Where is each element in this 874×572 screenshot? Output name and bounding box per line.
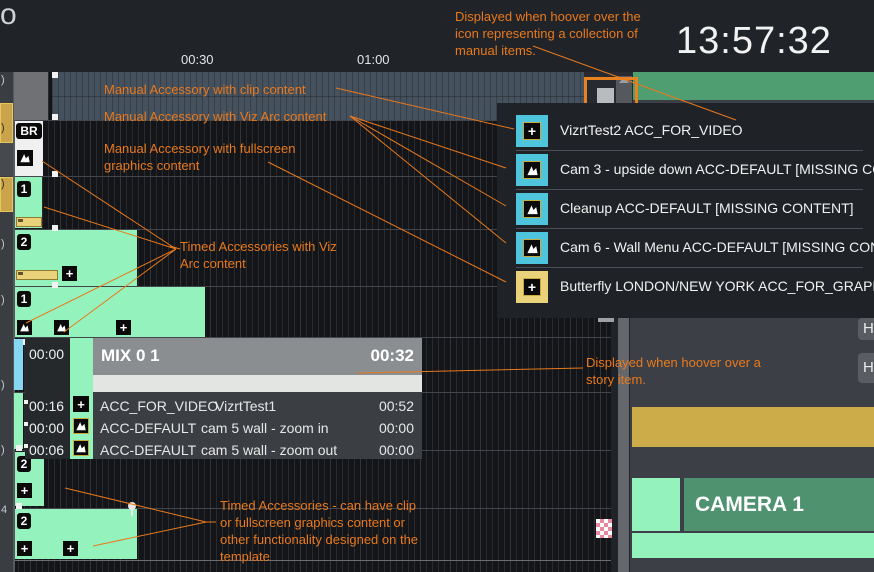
viz-arc-icon[interactable] — [17, 150, 33, 166]
pre-time: 00:00 — [29, 346, 64, 362]
wall-item-bar[interactable] — [632, 407, 874, 447]
story-number-clipped: ) — [1, 444, 5, 456]
clip-edge-indicator — [14, 393, 23, 449]
annotation-timed-accessories: Timed Accessories with Viz Arc content — [180, 238, 350, 272]
story-number-clipped: ) — [1, 74, 5, 86]
annotation-collection: Displayed when hoover over the icon repr… — [455, 8, 655, 59]
manual-item[interactable]: Cam 3 - upside down ACC-DEFAULT [MISSING… — [497, 150, 874, 189]
camera-item-block[interactable]: CAMERA 1 — [684, 478, 874, 531]
clip-plus-icon[interactable]: + — [17, 483, 32, 498]
row-start-marker — [52, 114, 58, 120]
manual-item[interactable]: Cam 6 - Wall Menu ACC-DEFAULT [MISSING C… — [497, 228, 874, 267]
accessory-name: VizrtTest1 — [215, 395, 276, 417]
accessory-time: 00:16 — [29, 398, 64, 414]
viz-arc-icon[interactable] — [54, 320, 69, 335]
row-start-marker — [16, 445, 22, 451]
accessory-type: ACC-DEFAULT — [100, 417, 196, 439]
row-header-block — [14, 72, 48, 120]
graphics-plus-icon: + — [516, 271, 548, 303]
row-start-marker — [16, 503, 22, 509]
accessory-name: cam 5 wall - zoom out — [201, 439, 337, 461]
transparency-checker-icon — [596, 519, 612, 538]
clip-badge: 1 — [17, 291, 31, 307]
story-tooltip-header: MIX 0 1 00:32 — [93, 338, 422, 375]
annotation-vizarc-content: Manual Accessory with Viz Arc content — [104, 108, 384, 125]
story-tooltip: MIX 0 1 00:32 ACC_FOR_VIDEO VizrtTest1 0… — [93, 338, 422, 459]
story-accessory-row: ACC-DEFAULT cam 5 wall - zoom out 00:00 — [93, 439, 422, 461]
manual-item[interactable]: Cleanup ACC-DEFAULT [MISSING CONTENT] — [497, 189, 874, 228]
clip-badge: 2 — [17, 234, 31, 250]
annotation-timed-bottom: Timed Accessories - can have clip or ful… — [220, 497, 445, 565]
story-accessory-row: ACC_FOR_VIDEO VizrtTest1 00:52 — [93, 395, 422, 417]
story-number-clipped: ) — [1, 294, 5, 306]
viz-arc-icon — [516, 193, 548, 225]
row-start-marker — [52, 171, 58, 177]
story-tooltip-time-column: 00:00 00:16 00:00 00:06 — [25, 338, 70, 459]
clip-plus-icon[interactable]: + — [116, 320, 131, 335]
accessory-time: 00:00 — [29, 420, 64, 436]
viz-arc-icon[interactable] — [73, 440, 89, 456]
story-number-clipped: ) — [1, 178, 5, 190]
accessory-duration: 00:00 — [379, 417, 414, 439]
accessory-name: cam 5 wall - zoom in — [201, 417, 329, 439]
on-air-bar — [633, 72, 874, 100]
annotation-clip-content: Manual Accessory with clip content — [104, 81, 364, 98]
story-number-clipped: ) — [1, 379, 5, 391]
clip-badge: 1 — [17, 181, 31, 197]
viz-arc-icon[interactable] — [73, 418, 89, 434]
annotation-story-item: Displayed when hoover over a story item. — [586, 354, 796, 388]
ruler-tick-0100: 01:00 — [357, 52, 390, 67]
clip-item-strip[interactable] — [632, 533, 874, 558]
timed-accessory-clip[interactable] — [15, 287, 205, 337]
clip-plus-icon: + — [516, 115, 548, 147]
clip-plus-icon[interactable]: + — [62, 266, 77, 281]
time-tick — [24, 400, 28, 404]
panel-button-2[interactable]: H — [858, 353, 874, 383]
viz-arc-icon — [516, 154, 548, 186]
viz-arc-icon[interactable] — [17, 320, 32, 335]
row-start-marker — [52, 225, 58, 231]
camera-pre-cell[interactable] — [632, 478, 680, 531]
clip-pin-stem — [131, 509, 133, 516]
annotation-fullscreen-content: Manual Accessory with fullscreen graphic… — [104, 140, 304, 174]
accessory-time: 00:06 — [29, 442, 64, 458]
story-number-clipped: 4 — [1, 504, 7, 516]
mosart-timeline-window: o 13:57:32 00:30 01:00 ) ) ) ) ) ) ) 4 B… — [0, 0, 874, 572]
clip-plus-icon[interactable]: + — [73, 396, 89, 412]
panel-button-1[interactable]: H — [858, 318, 874, 340]
story-duration: 00:32 — [371, 346, 414, 366]
accessory-type: ACC-DEFAULT — [100, 439, 196, 461]
clip-plus-icon[interactable]: + — [63, 541, 78, 556]
clip-badge: 2 — [17, 513, 31, 529]
viz-arc-icon — [516, 232, 548, 264]
clip-plus-icon[interactable]: + — [17, 541, 32, 556]
story-number-clipped: ) — [1, 122, 5, 134]
duration-bar-notch — [18, 219, 23, 222]
story-number-clipped: ) — [1, 238, 5, 250]
story-progress-bar — [93, 375, 422, 392]
ruler-tick-0030: 00:30 — [181, 52, 214, 67]
time-tick — [24, 444, 28, 448]
manual-item[interactable]: + VizrtTest2 ACC_FOR_VIDEO — [497, 111, 874, 150]
accessory-duration: 00:52 — [379, 395, 414, 417]
story-accessory-row: ACC-DEFAULT cam 5 wall - zoom in 00:00 — [93, 417, 422, 439]
window-title-fragment: o — [0, 0, 17, 32]
manual-items-popup: + VizrtTest2 ACC_FOR_VIDEO Cam 3 - upsid… — [497, 103, 874, 318]
accessory-type: ACC_FOR_VIDEO — [100, 395, 218, 417]
time-tick — [24, 422, 28, 426]
duration-bar-notch — [18, 272, 23, 275]
story-color-tab — [0, 143, 13, 176]
br-badge: BR — [16, 123, 42, 139]
accessory-duration: 00:00 — [379, 439, 414, 461]
wall-clock: 13:57:32 — [676, 20, 832, 63]
row-start-marker — [52, 72, 58, 78]
current-item-indicator — [14, 339, 23, 390]
manual-item[interactable]: + Butterfly LONDON/NEW YORK ACC_FOR_GRAP… — [497, 267, 874, 306]
story-title: MIX 0 1 — [101, 346, 160, 366]
story-accessory-list: ACC_FOR_VIDEO VizrtTest1 00:52 ACC-DEFAU… — [93, 392, 422, 459]
row-start-marker — [52, 282, 58, 288]
